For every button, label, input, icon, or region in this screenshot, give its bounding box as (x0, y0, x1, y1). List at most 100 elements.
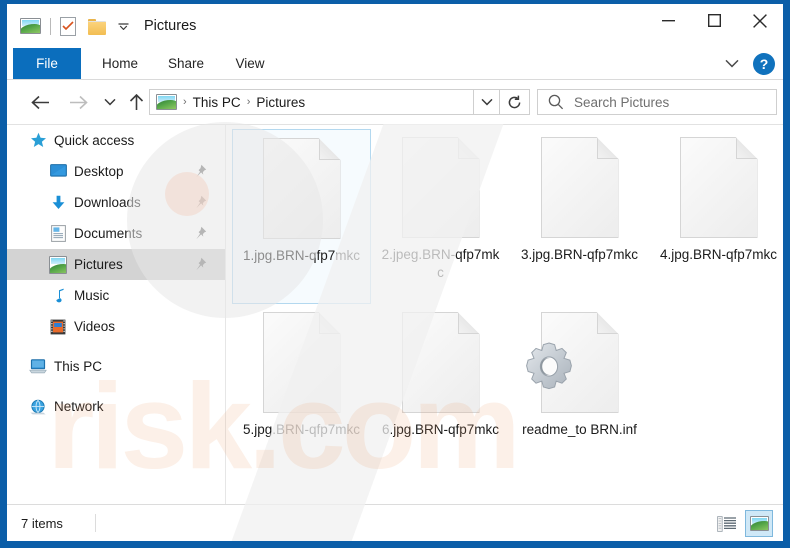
collapse-ribbon-chevron-icon[interactable] (719, 51, 745, 77)
window-title: Pictures (144, 18, 197, 34)
pictures-properties-icon[interactable] (20, 18, 41, 34)
large-icons-view-icon (749, 516, 769, 531)
sidebar-item-quick-access[interactable]: Quick access (7, 125, 225, 156)
tab-view[interactable]: View (221, 48, 279, 79)
file-row: 1.jpg.BRN-qfp7mkc 2.jpeg.BRN-qfp7mkc 3.j… (232, 129, 783, 304)
sidebar-label: Music (74, 288, 110, 303)
sidebar-item-downloads[interactable]: Downloads (7, 187, 225, 218)
sidebar-label: Quick access (54, 133, 135, 148)
address-dropdown-button[interactable] (474, 89, 500, 115)
large-icons-view-button[interactable] (745, 510, 773, 537)
maximize-button[interactable] (691, 4, 737, 37)
tab-file[interactable]: File (13, 48, 81, 79)
blank-document-icon (262, 312, 341, 413)
refresh-button[interactable] (500, 89, 530, 115)
search-icon (548, 94, 564, 110)
sidebar-item-music[interactable]: Music (7, 280, 225, 311)
file-name: 3.jpg.BRN-qfp7mkc (520, 247, 639, 262)
blank-document-icon (679, 137, 758, 238)
sidebar-item-this-pc[interactable]: This PC (7, 351, 225, 382)
sidebar-label: Downloads (74, 195, 141, 210)
tab-home[interactable]: Home (89, 48, 151, 79)
recent-locations-chevron-icon[interactable] (99, 91, 121, 113)
music-icon (49, 287, 67, 305)
breadcrumb-separator: › (246, 95, 251, 108)
file-list-pane[interactable]: 1.jpg.BRN-qfp7mkc 2.jpeg.BRN-qfp7mkc 3.j… (226, 125, 783, 504)
sidebar-item-pictures[interactable]: Pictures (7, 249, 225, 280)
file-item[interactable]: 1.jpg.BRN-qfp7mkc (232, 129, 371, 304)
toolbar-divider (50, 17, 51, 35)
view-mode-buttons (713, 510, 773, 537)
file-item[interactable]: 4.jpg.BRN-qfp7mkc (649, 129, 783, 304)
network-icon (29, 398, 47, 416)
sidebar-label: Videos (74, 319, 116, 334)
pin-icon[interactable] (193, 226, 207, 240)
sidebar-item-desktop[interactable]: Desktop (7, 156, 225, 187)
explorer-body: Quick access Desktop Downloads Documents… (7, 124, 783, 504)
navigation-pane: Quick access Desktop Downloads Documents… (7, 125, 226, 504)
details-view-icon (717, 515, 736, 532)
file-name: readme_to BRN.inf (522, 422, 637, 437)
tab-share[interactable]: Share (153, 48, 219, 79)
file-name: 1.jpg.BRN-qfp7mkc (242, 248, 361, 263)
file-name: 2.jpeg.BRN-qfp7mkc (381, 247, 500, 280)
search-box[interactable]: Search Pictures (537, 89, 777, 115)
videos-icon (49, 318, 67, 336)
sidebar-label: This PC (54, 359, 103, 374)
new-folder-icon[interactable] (88, 18, 106, 35)
breadcrumb-separator: › (183, 95, 187, 108)
help-button[interactable]: ? (753, 52, 775, 75)
details-view-button[interactable] (713, 510, 741, 537)
up-button[interactable] (125, 91, 147, 113)
customize-chevron-icon[interactable] (115, 18, 131, 34)
back-button[interactable] (29, 91, 51, 113)
file-name: 5.jpg.BRN-qfp7mkc (242, 422, 361, 437)
status-bar: 7 items (7, 504, 783, 541)
sidebar-item-documents[interactable]: Documents (7, 218, 225, 249)
sidebar-label: Desktop (74, 164, 124, 179)
sidebar-item-videos[interactable]: Videos (7, 311, 225, 342)
sidebar-label: Network (54, 399, 104, 414)
file-item[interactable]: readme_to BRN.inf (510, 304, 649, 479)
desktop-icon (49, 163, 67, 181)
sidebar-item-network[interactable]: Network (7, 391, 225, 422)
blank-document-icon (262, 138, 341, 239)
gear-icon (525, 342, 572, 390)
breadcrumb-this-pc[interactable]: This PC (193, 95, 241, 110)
properties-icon[interactable] (60, 16, 76, 36)
address-bar[interactable]: › This PC › Pictures (149, 89, 474, 115)
pin-icon[interactable] (193, 164, 207, 178)
explorer-window: risk.com Pictures (7, 4, 783, 541)
title-bar: Pictures (7, 4, 783, 48)
breadcrumb-pictures[interactable]: Pictures (256, 95, 305, 110)
blank-document-icon (401, 137, 480, 238)
this-pc-icon (29, 358, 47, 376)
file-item[interactable]: 2.jpeg.BRN-qfp7mkc (371, 129, 510, 304)
file-item[interactable]: 5.jpg.BRN-qfp7mkc (232, 304, 371, 479)
blank-document-icon (401, 312, 480, 413)
forward-button[interactable] (67, 91, 89, 113)
search-input[interactable]: Search Pictures (574, 95, 669, 110)
sidebar-label: Pictures (74, 257, 123, 272)
file-item[interactable]: 6.jpg.BRN-qfp7mkc (371, 304, 510, 479)
quick-access-toolbar (20, 14, 131, 38)
sidebar-label: Documents (74, 226, 143, 241)
minimize-button[interactable] (645, 4, 691, 37)
pin-icon[interactable] (193, 195, 207, 209)
file-item[interactable]: 3.jpg.BRN-qfp7mkc (510, 129, 649, 304)
inf-gear-document-icon (525, 312, 619, 413)
blank-document-icon (540, 137, 619, 238)
pictures-icon (49, 255, 67, 274)
documents-icon (49, 225, 67, 243)
file-name: 4.jpg.BRN-qfp7mkc (659, 247, 778, 262)
file-name: 6.jpg.BRN-qfp7mkc (381, 422, 500, 437)
address-toolbar: › This PC › Pictures Search Pictures (7, 80, 783, 124)
window-controls (645, 4, 783, 37)
file-row: 5.jpg.BRN-qfp7mkc 6.jpg.BRN-qfp7mkc read… (232, 304, 783, 479)
ribbon-right-controls: ? (719, 48, 775, 79)
pin-icon[interactable] (193, 257, 207, 271)
star-icon (29, 132, 47, 150)
close-button[interactable] (737, 4, 783, 37)
address-pictures-icon (156, 94, 177, 110)
downloads-icon (49, 194, 67, 212)
